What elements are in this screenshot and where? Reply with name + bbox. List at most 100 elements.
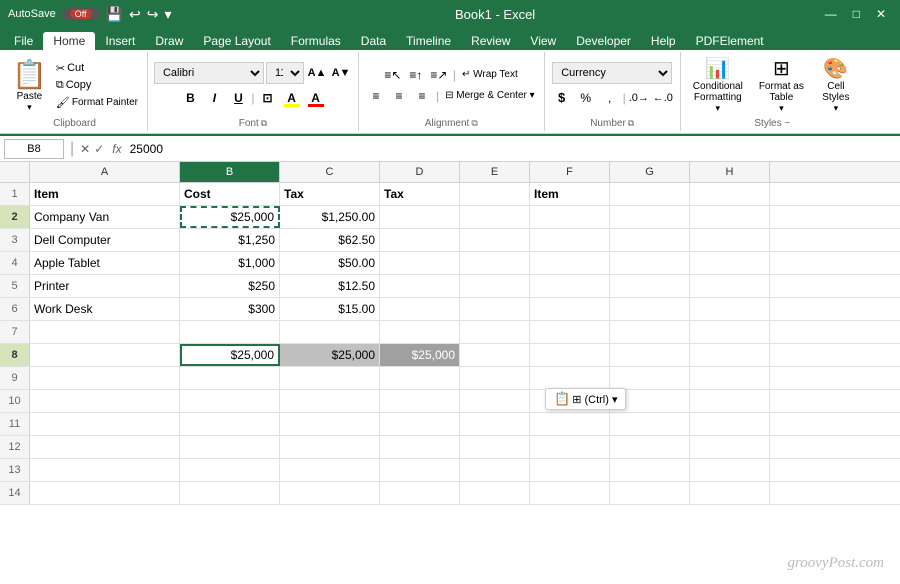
cell-H7[interactable]: [690, 321, 770, 343]
tab-draw[interactable]: Draw: [145, 32, 193, 50]
cell-F3[interactable]: [530, 229, 610, 251]
cell-A6[interactable]: Work Desk: [30, 298, 180, 320]
cell-H4[interactable]: [690, 252, 770, 274]
decrease-decimal-btn[interactable]: .0→: [628, 87, 650, 109]
cell-H12[interactable]: [690, 436, 770, 458]
percent-btn[interactable]: %: [575, 87, 597, 109]
cell-B8[interactable]: $25,000: [180, 344, 280, 366]
cell-G11[interactable]: [610, 413, 690, 435]
cell-A14[interactable]: [30, 482, 180, 504]
cell-C2[interactable]: $1,250.00: [280, 206, 380, 228]
col-header-F[interactable]: F: [530, 162, 610, 182]
cell-E6[interactable]: [460, 298, 530, 320]
cell-G12[interactable]: [610, 436, 690, 458]
cell-C14[interactable]: [280, 482, 380, 504]
align-top-center-btn[interactable]: ≡↑: [405, 66, 427, 84]
maximize-btn[interactable]: □: [847, 7, 866, 21]
copy-button[interactable]: ⧉Copy: [53, 78, 141, 93]
cell-B14[interactable]: [180, 482, 280, 504]
cell-D2[interactable]: [380, 206, 460, 228]
cell-E11[interactable]: [460, 413, 530, 435]
cell-D11[interactable]: [380, 413, 460, 435]
cell-F13[interactable]: [530, 459, 610, 481]
cell-H8[interactable]: [690, 344, 770, 366]
cell-E9[interactable]: [460, 367, 530, 389]
cell-D9[interactable]: [380, 367, 460, 389]
cell-F11[interactable]: [530, 413, 610, 435]
cell-C13[interactable]: [280, 459, 380, 481]
cell-E8[interactable]: [460, 344, 530, 366]
cell-B7[interactable]: [180, 321, 280, 343]
cell-E7[interactable]: [460, 321, 530, 343]
more-tools-icon[interactable]: ▾: [164, 6, 171, 23]
cell-C1[interactable]: Tax: [280, 183, 380, 205]
increase-font-btn[interactable]: A▲: [306, 62, 328, 84]
cell-F2[interactable]: [530, 206, 610, 228]
cell-F6[interactable]: [530, 298, 610, 320]
cell-E14[interactable]: [460, 482, 530, 504]
tab-help[interactable]: Help: [641, 32, 686, 50]
cell-B11[interactable]: [180, 413, 280, 435]
cell-B12[interactable]: [180, 436, 280, 458]
cell-G5[interactable]: [610, 275, 690, 297]
cell-C11[interactable]: [280, 413, 380, 435]
cell-H11[interactable]: [690, 413, 770, 435]
cell-H13[interactable]: [690, 459, 770, 481]
font-size-select[interactable]: 11: [266, 62, 304, 84]
fill-color-button[interactable]: A: [281, 87, 303, 109]
cell-C5[interactable]: $12.50: [280, 275, 380, 297]
close-btn[interactable]: ✕: [870, 7, 892, 21]
formula-input[interactable]: [130, 139, 896, 159]
col-header-B[interactable]: B: [180, 162, 280, 182]
cell-H2[interactable]: [690, 206, 770, 228]
cell-B13[interactable]: [180, 459, 280, 481]
cell-A8[interactable]: [30, 344, 180, 366]
align-center-btn[interactable]: ≡: [388, 87, 410, 105]
cell-B3[interactable]: $1,250: [180, 229, 280, 251]
cell-H1[interactable]: [690, 183, 770, 205]
cell-F14[interactable]: [530, 482, 610, 504]
cell-B9[interactable]: [180, 367, 280, 389]
cell-G1[interactable]: [610, 183, 690, 205]
tab-timeline[interactable]: Timeline: [396, 32, 461, 50]
cell-B6[interactable]: $300: [180, 298, 280, 320]
tab-view[interactable]: View: [520, 32, 566, 50]
tab-formulas[interactable]: Formulas: [281, 32, 351, 50]
cell-B5[interactable]: $250: [180, 275, 280, 297]
cell-D4[interactable]: [380, 252, 460, 274]
cell-A10[interactable]: [30, 390, 180, 412]
col-header-C[interactable]: C: [280, 162, 380, 182]
cell-E3[interactable]: [460, 229, 530, 251]
cell-C4[interactable]: $50.00: [280, 252, 380, 274]
paste-button[interactable]: 📋 Paste ▾: [8, 56, 51, 115]
tab-pdfelement[interactable]: PDFElement: [686, 32, 774, 50]
bold-button[interactable]: B: [179, 87, 201, 109]
cell-E12[interactable]: [460, 436, 530, 458]
cell-E1[interactable]: [460, 183, 530, 205]
cell-D14[interactable]: [380, 482, 460, 504]
cell-G3[interactable]: [610, 229, 690, 251]
number-format-select[interactable]: Currency: [552, 62, 672, 84]
cell-E5[interactable]: [460, 275, 530, 297]
cell-A9[interactable]: [30, 367, 180, 389]
col-header-E[interactable]: E: [460, 162, 530, 182]
font-name-select[interactable]: Calibri: [154, 62, 264, 84]
cell-F1[interactable]: Item: [530, 183, 610, 205]
cell-H6[interactable]: [690, 298, 770, 320]
cell-G14[interactable]: [610, 482, 690, 504]
cell-H5[interactable]: [690, 275, 770, 297]
cut-button[interactable]: ✂Cut: [53, 61, 141, 76]
col-header-H[interactable]: H: [690, 162, 770, 182]
italic-button[interactable]: I: [203, 87, 225, 109]
align-top-right-btn[interactable]: ≡↗: [428, 66, 450, 84]
tab-review[interactable]: Review: [461, 32, 520, 50]
confirm-icon[interactable]: ✓: [94, 142, 104, 156]
conditional-formatting-btn[interactable]: 📊 ConditionalFormatting ▾: [687, 54, 749, 116]
cell-F7[interactable]: [530, 321, 610, 343]
minimize-btn[interactable]: —: [819, 7, 843, 21]
cell-styles-btn[interactable]: 🎨 CellStyles ▾: [814, 54, 858, 116]
cell-H10[interactable]: [690, 390, 770, 412]
cell-G8[interactable]: [610, 344, 690, 366]
merge-center-btn[interactable]: ⊟ Merge & Center ▾: [442, 87, 538, 105]
decrease-font-btn[interactable]: A▼: [330, 62, 352, 84]
